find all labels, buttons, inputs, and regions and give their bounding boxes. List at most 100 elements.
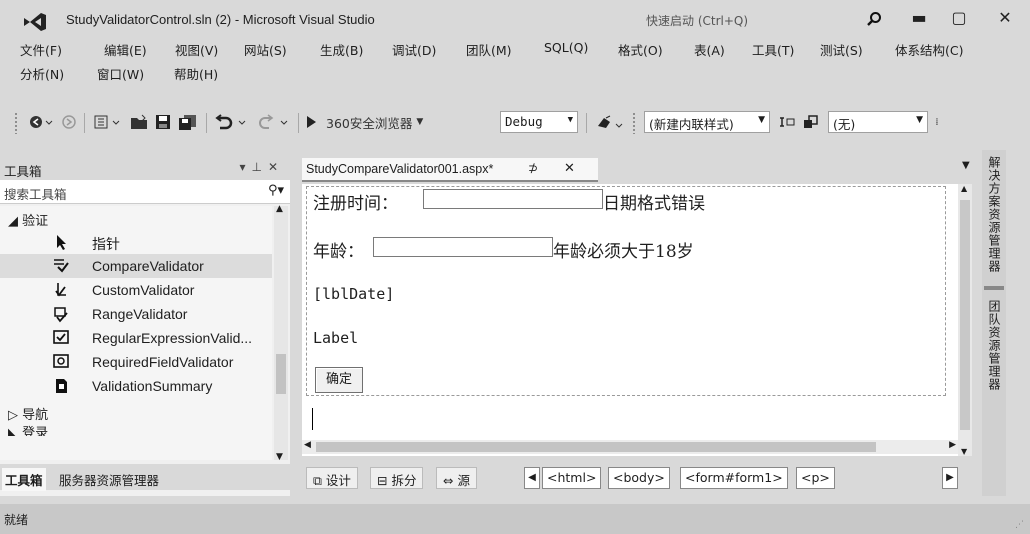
target-rule-button[interactable] [800,110,822,134]
menu-sql[interactable]: SQL(Q) [544,40,588,55]
toolbox-item-validationsummary[interactable]: ValidationSummary [0,374,272,398]
label-control[interactable]: Label [313,329,358,347]
menu-website[interactable]: 网站(S) [244,40,287,59]
menu-help[interactable]: 帮助(H) [174,64,218,83]
tag-form-button[interactable]: <form#form1> [680,467,788,489]
open-file-button[interactable] [128,110,150,134]
pin-tab-icon[interactable]: ⊅ [528,161,538,175]
style-application-button[interactable] [776,110,798,134]
menu-tools[interactable]: 工具(T) [752,40,794,59]
save-all-button[interactable] [176,110,200,134]
tag-nav-left-button[interactable]: ◀ [524,467,540,489]
format-brush-button[interactable] [594,110,628,134]
search-icon [867,12,881,26]
target-rule-icon [804,115,818,128]
tag-body-button[interactable]: <body> [608,467,670,489]
pin-icon[interactable]: ⊥ [251,160,267,174]
tag-p-button[interactable]: <p> [796,467,835,489]
scroll-left-icon[interactable]: ◀ [304,440,311,450]
menu-window[interactable]: 窗口(W) [97,64,144,83]
ok-button[interactable]: 确定 [315,367,363,393]
source-view-button[interactable]: ⇔ 源 [436,467,477,489]
undo-button[interactable] [212,110,252,134]
visual-studio-window: StudyValidatorControl.sln (2) - Microsof… [0,0,1030,534]
tab-toolbox[interactable]: 工具箱 [2,468,46,491]
close-icon[interactable]: ✕ [268,160,284,174]
toolbox-scrollbar[interactable]: ▲ ▼ [274,204,288,462]
document-horizontal-scrollbar[interactable]: ◀ ▶ [302,440,958,454]
scrollbar-thumb[interactable] [276,354,286,394]
menu-test[interactable]: 测试(S) [820,40,863,59]
menu-analyze[interactable]: 分析(N) [20,64,64,83]
style-select[interactable]: (新建内联样式) ▼ [644,111,770,133]
scroll-up-icon[interactable]: ▲ [276,204,283,214]
navigate-back-button[interactable] [26,110,56,134]
search-icon[interactable]: ⚲▾ [268,183,284,198]
new-project-button[interactable] [90,110,126,134]
start-debugging-button[interactable]: 360安全浏览器 ▼ [304,110,464,134]
age-label: 年龄： [313,242,364,262]
toolbox-item-pointer[interactable]: 指针 [0,230,272,254]
play-icon [307,116,316,128]
solution-explorer-tab[interactable]: 解决方案资源管理器 [986,156,1003,273]
group-label: ◣ 登录 [8,426,49,436]
close-tab-button[interactable]: ✕ [564,161,575,176]
toolbox-item-label: RangeValidator [92,306,188,322]
toolbox-item-comparevalidator[interactable]: CompareValidator [0,254,272,278]
close-button[interactable]: ✕ [990,8,1020,30]
menu-debug[interactable]: 调试(D) [392,40,436,59]
scrollbar-thumb[interactable] [960,200,970,430]
scroll-down-icon[interactable]: ▼ [961,447,967,456]
chevron-down-icon[interactable]: ▼ [962,160,970,171]
design-view-button[interactable]: ⧉ 设计 [306,467,358,489]
design-surface[interactable]: 注册时间： 日期格式错误 年龄： 年龄必须大于18岁 [lblDate] Lab… [302,184,960,456]
menu-team[interactable]: 团队(M) [466,40,512,59]
style-application-icon [780,117,795,127]
toolbox-search-input[interactable]: 搜索工具箱 ⚲▾ [0,180,290,204]
menu-edit[interactable]: 编辑(E) [104,40,147,59]
menu-format[interactable]: 格式(O) [618,40,663,59]
age-textbox[interactable] [373,237,553,257]
menu-table[interactable]: 表(A) [694,40,725,59]
tag-nav-right-button[interactable]: ▶ [942,467,958,489]
scroll-down-icon[interactable]: ▼ [276,452,283,462]
toolbox-group-login[interactable]: ◣ 登录 [0,422,272,436]
split-view-button[interactable]: ⊟ 拆分 [370,467,424,489]
toolbox-item-regularexpressionvalidator[interactable]: RegularExpressionValid... [0,326,272,350]
toolbox-item-rangevalidator[interactable]: RangeValidator [0,302,272,326]
minimize-button[interactable]: ▬ [904,8,934,30]
tab-server-explorer[interactable]: 服务器资源管理器 [56,468,162,491]
save-icon [156,115,170,129]
document-tab[interactable]: StudyCompareValidator001.aspx* ⊅ ✕ [302,158,598,182]
resize-grip-icon[interactable]: ⋰ [1015,520,1024,530]
redo-button[interactable] [254,110,294,134]
toolbar-overflow-button[interactable]: ⁞ [930,110,944,134]
register-time-textbox[interactable] [423,189,603,209]
scroll-up-icon[interactable]: ▲ [961,184,967,193]
menu-file[interactable]: 文件(F) [20,40,62,59]
toolbox-group-validation[interactable]: ◢ 验证 [0,206,272,230]
scroll-right-icon[interactable]: ▶ [949,440,956,450]
navigate-forward-button[interactable] [58,110,80,134]
document-vertical-scrollbar[interactable]: ▲ ▼ [958,184,972,456]
toolbox-item-customvalidator[interactable]: CustomValidator [0,278,272,302]
tag-html-button[interactable]: <html> [542,467,602,489]
maximize-button[interactable]: ▢ [944,8,974,30]
menu-view[interactable]: 视图(V) [175,40,218,59]
toolbox-item-label: ValidationSummary [92,378,213,394]
side-tab-separator [984,286,1004,290]
menu-build[interactable]: 生成(B) [320,40,363,59]
chevron-down-icon[interactable]: ▾ [239,160,251,174]
toolbar-grip[interactable] [14,112,18,134]
toolbar-grip[interactable] [632,112,636,134]
toolbox-item-requiredfieldvalidator[interactable]: RequiredFieldValidator [0,350,272,374]
toolbox-group-navigation[interactable]: ▷ 导航 [0,400,272,424]
save-button[interactable] [152,110,174,134]
scrollbar-thumb[interactable] [316,442,876,452]
quick-launch-box[interactable]: 快速启动 (Ctrl+Q) [640,8,890,32]
lbldate-label-control[interactable]: [lblDate] [313,285,394,303]
solution-configuration-select[interactable]: Debug ▼ [500,111,578,133]
team-explorer-tab[interactable]: 团队资源管理器 [986,300,1003,391]
font-select[interactable]: (无) ▼ [828,111,928,133]
menu-architecture[interactable]: 体系结构(C) [895,40,963,59]
